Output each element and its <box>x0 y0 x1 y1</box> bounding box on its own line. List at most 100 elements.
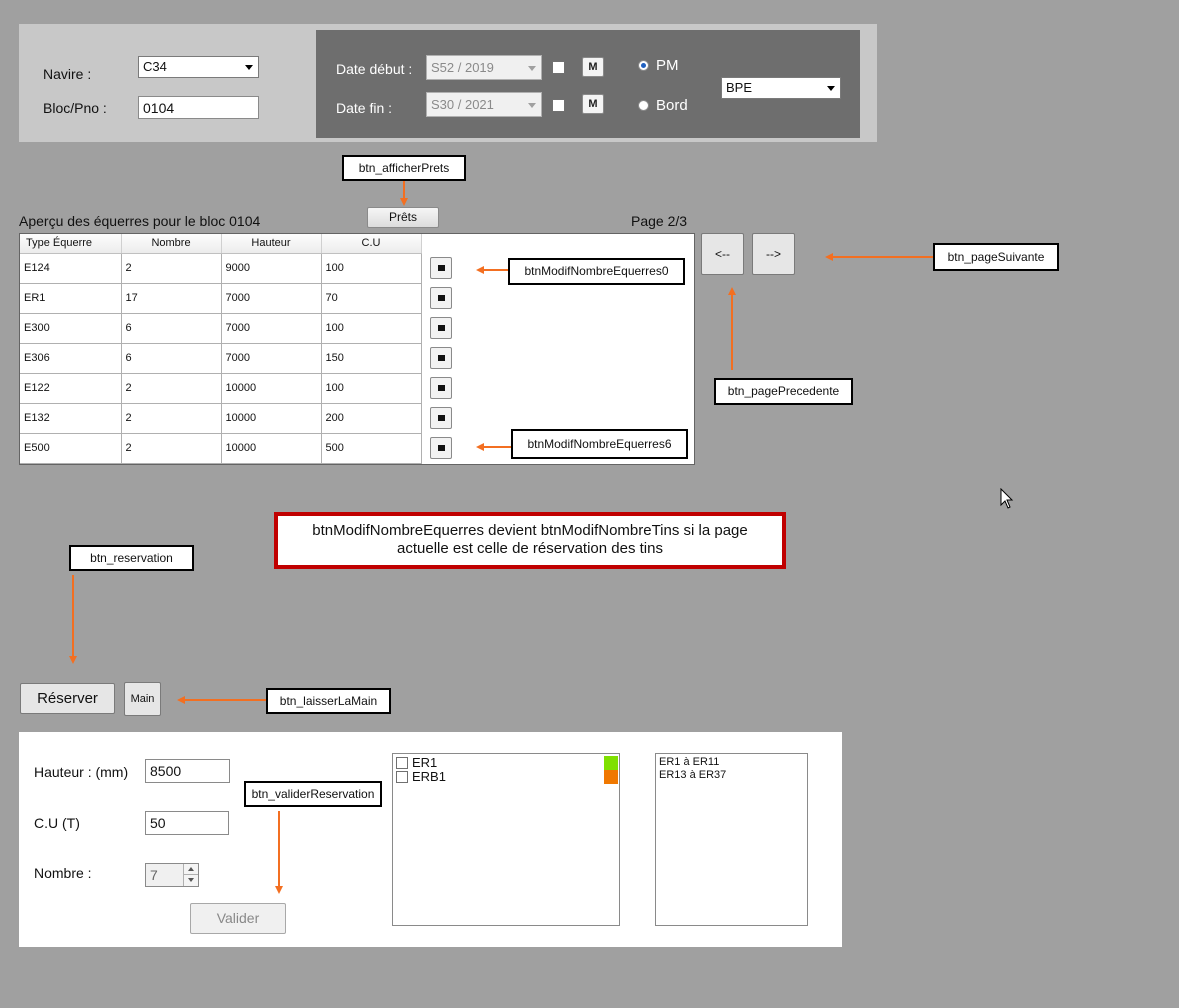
annotation-reservation: btn_reservation <box>69 545 194 571</box>
radio-bord[interactable] <box>638 100 649 111</box>
date-debut-label: Date début : <box>336 61 413 77</box>
valider-button[interactable]: Valider <box>190 903 286 934</box>
table-cell[interactable]: 2 <box>121 403 222 434</box>
table-cell[interactable]: 200 <box>321 403 422 434</box>
table-cell[interactable]: 7000 <box>221 343 322 374</box>
table-row[interactable]: E124 2 9000 100 <box>20 253 422 284</box>
modif-nombre-equerres-button-1[interactable] <box>430 287 452 309</box>
date-fin-select[interactable]: S30 / 2021 <box>426 92 542 117</box>
date-fin-m-button[interactable]: M <box>582 94 604 114</box>
table-cell[interactable]: 70 <box>321 283 422 314</box>
table-cell[interactable]: 100 <box>321 313 422 344</box>
modif-nombre-equerres-button-2[interactable] <box>430 317 452 339</box>
table-cell[interactable]: 2 <box>121 433 222 464</box>
column-header[interactable]: Nombre <box>121 234 222 254</box>
modif-nombre-equerres-button-0[interactable] <box>430 257 452 279</box>
cu-input[interactable]: 50 <box>145 811 229 835</box>
annotation-arrow <box>832 256 935 258</box>
annotation-note-line2: actuelle est celle de réservation des ti… <box>397 540 663 557</box>
modif-nombre-equerres-button-6[interactable] <box>430 437 452 459</box>
chevron-down-icon <box>245 65 253 70</box>
list-item[interactable]: ER1 à ER11 <box>659 756 804 769</box>
status-color-swatch <box>604 756 618 770</box>
table-row[interactable]: E132 2 10000 200 <box>20 403 422 434</box>
stepper-down-button[interactable] <box>183 875 198 886</box>
table-cell[interactable]: 10000 <box>221 403 322 434</box>
modif-nombre-equerres-button-3[interactable] <box>430 347 452 369</box>
column-header[interactable]: C.U <box>321 234 422 254</box>
table-cell[interactable]: 6 <box>121 343 222 374</box>
table-cell[interactable]: E132 <box>20 403 122 434</box>
table-cell[interactable]: ER1 <box>20 283 122 314</box>
table-cell[interactable]: 100 <box>321 373 422 404</box>
annotation-valider-reservation: btn_validerReservation <box>244 781 382 807</box>
table-cell[interactable]: E300 <box>20 313 122 344</box>
main-button[interactable]: Main <box>124 682 161 716</box>
nombre-label: Nombre : <box>34 865 92 881</box>
stepper-up-button[interactable] <box>183 864 198 875</box>
table-cell[interactable]: 9000 <box>221 253 322 284</box>
type-select[interactable]: BPE <box>721 77 841 99</box>
bloc-label: Bloc/Pno : <box>43 100 107 116</box>
cu-label: C.U (T) <box>34 815 80 831</box>
table-row[interactable]: E500 2 10000 500 <box>20 433 422 464</box>
list-item-checkbox[interactable] <box>396 757 408 769</box>
table-cell[interactable]: 500 <box>321 433 422 464</box>
hauteur-input[interactable]: 8500 <box>145 759 230 783</box>
table-cell[interactable]: 7000 <box>221 283 322 314</box>
bloc-input[interactable]: 0104 <box>138 96 259 119</box>
table-cell[interactable]: 7000 <box>221 313 322 344</box>
navire-select[interactable]: C34 <box>138 56 259 78</box>
reserver-button[interactable]: Réserver <box>20 683 115 714</box>
radio-pm-label: PM <box>656 57 679 74</box>
date-fin-checkbox[interactable] <box>552 99 565 112</box>
table-cell[interactable]: 150 <box>321 343 422 374</box>
table-row[interactable]: E306 6 7000 150 <box>20 343 422 374</box>
annotation-laisser-main: btn_laisserLaMain <box>266 688 391 714</box>
annotation-arrow <box>483 446 512 448</box>
annotation-arrow <box>72 575 74 657</box>
table-cell[interactable]: E500 <box>20 433 122 464</box>
list-item-checkbox[interactable] <box>396 771 408 783</box>
arrow-down-icon <box>69 656 77 664</box>
table-cell[interactable]: 6 <box>121 313 222 344</box>
type-value: BPE <box>726 80 753 95</box>
table-cell[interactable]: 2 <box>121 253 222 284</box>
modif-nombre-equerres-button-5[interactable] <box>430 407 452 429</box>
chevron-down-icon <box>528 66 536 71</box>
table-header-row: Type Équerre Nombre Hauteur C.U <box>20 234 422 254</box>
annotation-page-suivante: btn_pageSuivante <box>933 243 1059 271</box>
hauteur-label: Hauteur : (mm) <box>34 764 129 780</box>
table-row[interactable]: E122 2 10000 100 <box>20 373 422 404</box>
column-header[interactable]: Type Équerre <box>20 234 122 254</box>
annotation-arrow <box>278 811 280 887</box>
equerres-table: Type Équerre Nombre Hauteur C.U E124 2 9… <box>20 234 422 464</box>
table-cell[interactable]: 10000 <box>221 373 322 404</box>
prev-page-button[interactable]: <-- <box>701 233 744 275</box>
next-page-button[interactable]: --> <box>752 233 795 275</box>
arrow-down-icon <box>400 198 408 206</box>
table-cell[interactable]: E122 <box>20 373 122 404</box>
table-cell[interactable]: E306 <box>20 343 122 374</box>
list-item[interactable]: ER13 à ER37 <box>659 769 804 782</box>
date-debut-m-button[interactable]: M <box>582 57 604 77</box>
table-cell[interactable]: 100 <box>321 253 422 284</box>
table-cell[interactable]: 17 <box>121 283 222 314</box>
table-row[interactable]: E300 6 7000 100 <box>20 313 422 344</box>
table-cell[interactable]: 2 <box>121 373 222 404</box>
date-fin-value: S30 / 2021 <box>431 97 494 112</box>
table-cell[interactable]: 10000 <box>221 433 322 464</box>
modif-nombre-equerres-button-4[interactable] <box>430 377 452 399</box>
table-cell[interactable]: E124 <box>20 253 122 284</box>
equerre-checklist: ER1 ERB1 <box>392 753 620 926</box>
radio-pm[interactable] <box>638 60 649 71</box>
list-item-label: ERB1 <box>412 769 446 784</box>
chevron-down-icon <box>528 103 536 108</box>
date-debut-checkbox[interactable] <box>552 61 565 74</box>
table-row[interactable]: ER1 17 7000 70 <box>20 283 422 314</box>
prets-button[interactable]: Prêts <box>367 207 439 228</box>
date-debut-select[interactable]: S52 / 2019 <box>426 55 542 80</box>
ranges-list[interactable]: ER1 à ER11 ER13 à ER37 <box>655 753 808 926</box>
annotation-arrow <box>731 294 733 370</box>
column-header[interactable]: Hauteur <box>221 234 322 254</box>
